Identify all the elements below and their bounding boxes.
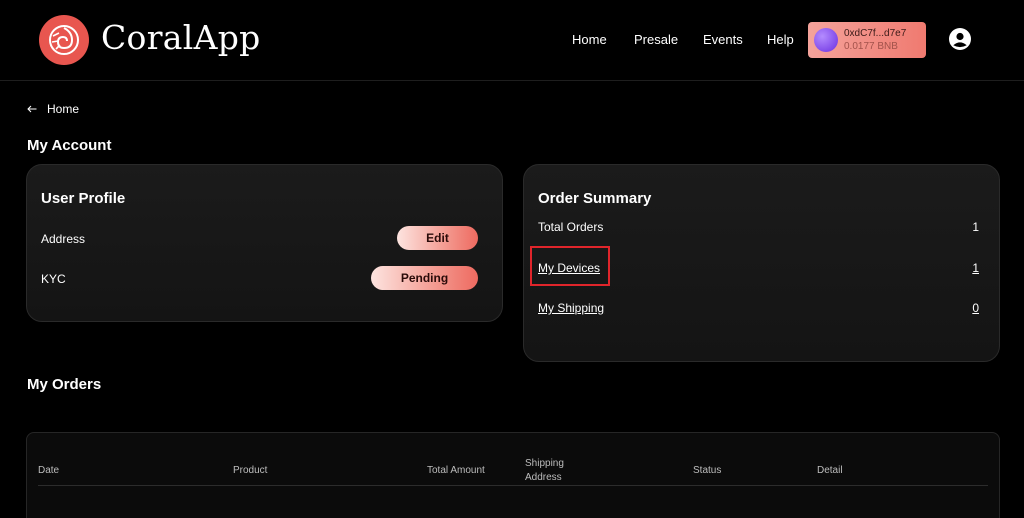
- my-devices-count-link[interactable]: 1: [972, 261, 979, 275]
- nav-presale[interactable]: Presale: [634, 32, 678, 47]
- column-header-product: Product: [233, 465, 268, 476]
- kyc-pending-button[interactable]: Pending: [371, 266, 478, 290]
- order-summary-title: Order Summary: [538, 190, 652, 207]
- my-shipping-count-link[interactable]: 0: [972, 301, 979, 315]
- coral-logo-icon[interactable]: [39, 15, 89, 65]
- kyc-label: KYC: [41, 272, 66, 286]
- back-to-home-link[interactable]: Home: [27, 102, 79, 116]
- wallet-address: 0xdC7f...d7e7: [844, 28, 907, 39]
- column-header-detail: Detail: [817, 465, 843, 476]
- my-devices-highlight-box: [530, 246, 610, 286]
- arrow-left-icon: [27, 105, 37, 113]
- column-header-total-amount: Total Amount: [427, 465, 485, 476]
- column-header-shipping-address: Shipping Address: [525, 458, 564, 483]
- app-logo-text[interactable]: CoralApp: [101, 18, 261, 57]
- nav-events[interactable]: Events: [703, 32, 743, 47]
- wallet-button[interactable]: 0xdC7f...d7e7 0.0177 BNB: [808, 22, 926, 58]
- column-header-date: Date: [38, 465, 60, 476]
- wallet-balance: 0.0177 BNB: [844, 41, 898, 52]
- nav-home[interactable]: Home: [572, 32, 607, 47]
- wallet-avatar: [814, 28, 838, 52]
- orders-table: Date Product Total Amount Shipping Addre…: [26, 432, 1000, 518]
- user-profile-card: User Profile Address Edit KYC Pending: [26, 164, 503, 322]
- my-shipping-link[interactable]: My Shipping: [538, 301, 604, 315]
- table-header-divider: [38, 485, 988, 486]
- total-orders-label: Total Orders: [538, 220, 604, 234]
- top-header: CoralApp Home Presale Events Help 0xdC7f…: [0, 0, 1024, 81]
- back-label: Home: [47, 102, 80, 116]
- user-account-icon[interactable]: [949, 28, 971, 50]
- nav-help[interactable]: Help: [767, 32, 794, 47]
- total-orders-value: 1: [972, 220, 979, 234]
- address-label: Address: [41, 232, 86, 246]
- user-profile-title: User Profile: [41, 190, 126, 207]
- my-orders-title: My Orders: [27, 376, 102, 393]
- page-title: My Account: [27, 137, 112, 154]
- column-header-status: Status: [693, 465, 722, 476]
- edit-address-button[interactable]: Edit: [397, 226, 478, 250]
